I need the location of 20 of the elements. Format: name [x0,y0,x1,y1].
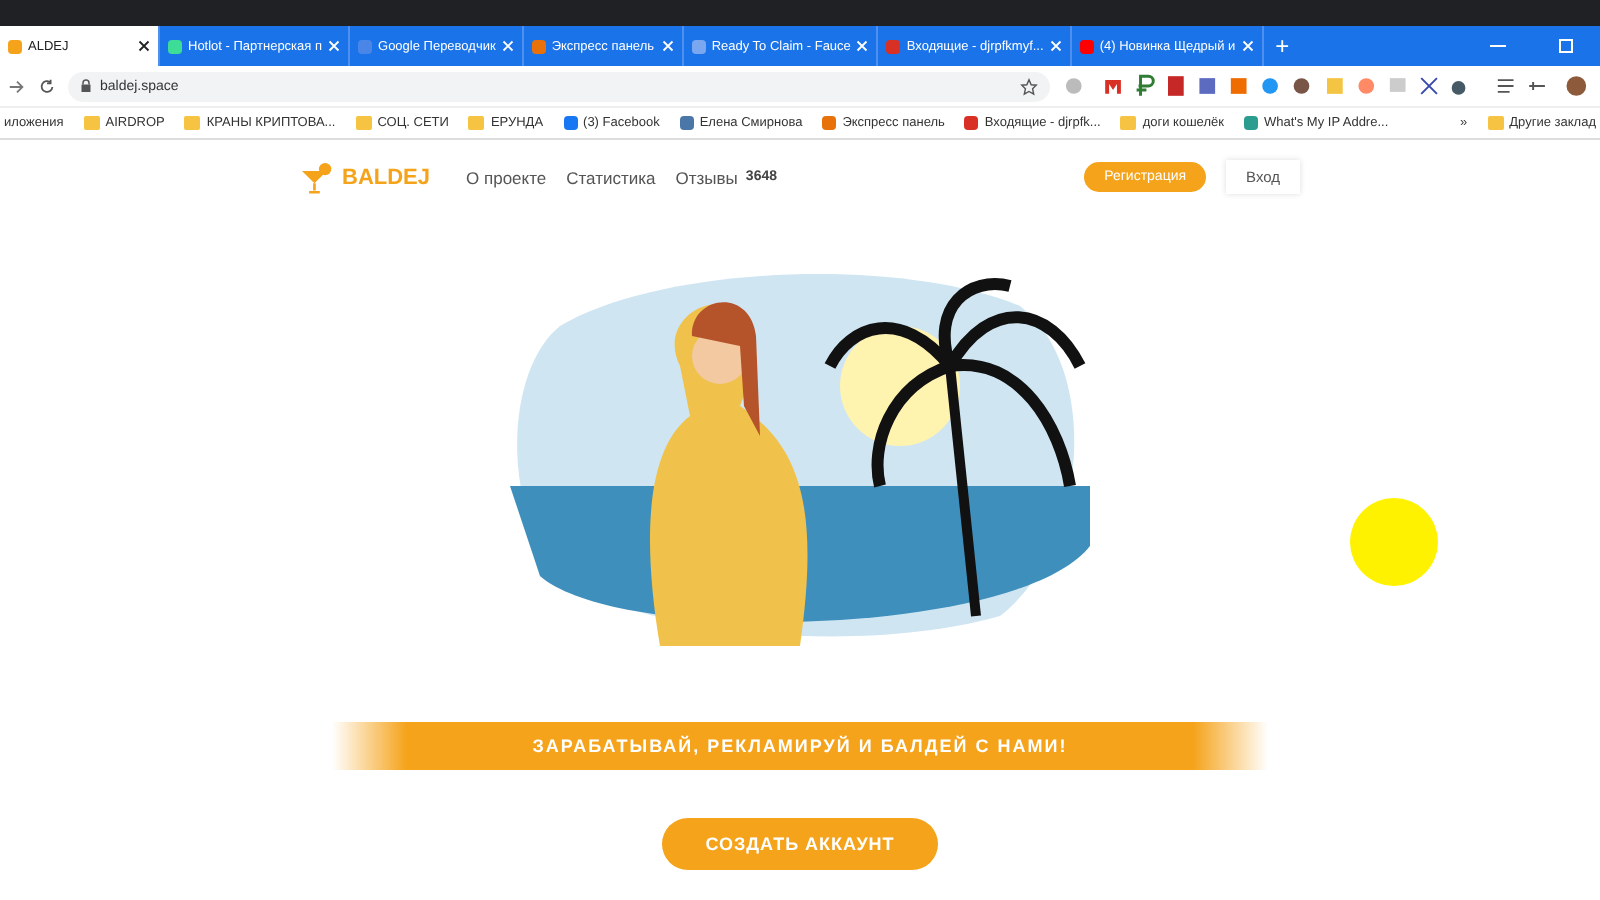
cursor-highlight [1350,498,1438,586]
forward-icon[interactable] [8,77,26,95]
folder-icon [83,116,100,130]
reload-icon[interactable] [38,77,56,95]
extension-icons-drawing[interactable] [1061,74,1592,98]
folder-icon [355,116,372,130]
new-tab-button[interactable]: + [1263,32,1302,60]
lock-icon [80,78,92,94]
folder-icon [1120,116,1137,130]
nav-link[interactable]: О проекте [466,167,547,187]
star-icon[interactable] [1019,77,1038,95]
folder-icon [468,116,485,130]
nav-link[interactable]: Отзывы [675,167,738,187]
maximize-icon[interactable] [1556,36,1576,56]
slogan-banner: ЗАРАБАТЫВАЙ, РЕКЛАМИРУЙ И БАЛДЕЙ С НАМИ! [332,722,1268,770]
close-icon[interactable] [138,40,150,52]
folder-icon [1487,116,1504,130]
nav-link[interactable]: Статистика [566,167,656,187]
cocktail-icon [300,161,336,193]
folder-icon [184,116,201,130]
